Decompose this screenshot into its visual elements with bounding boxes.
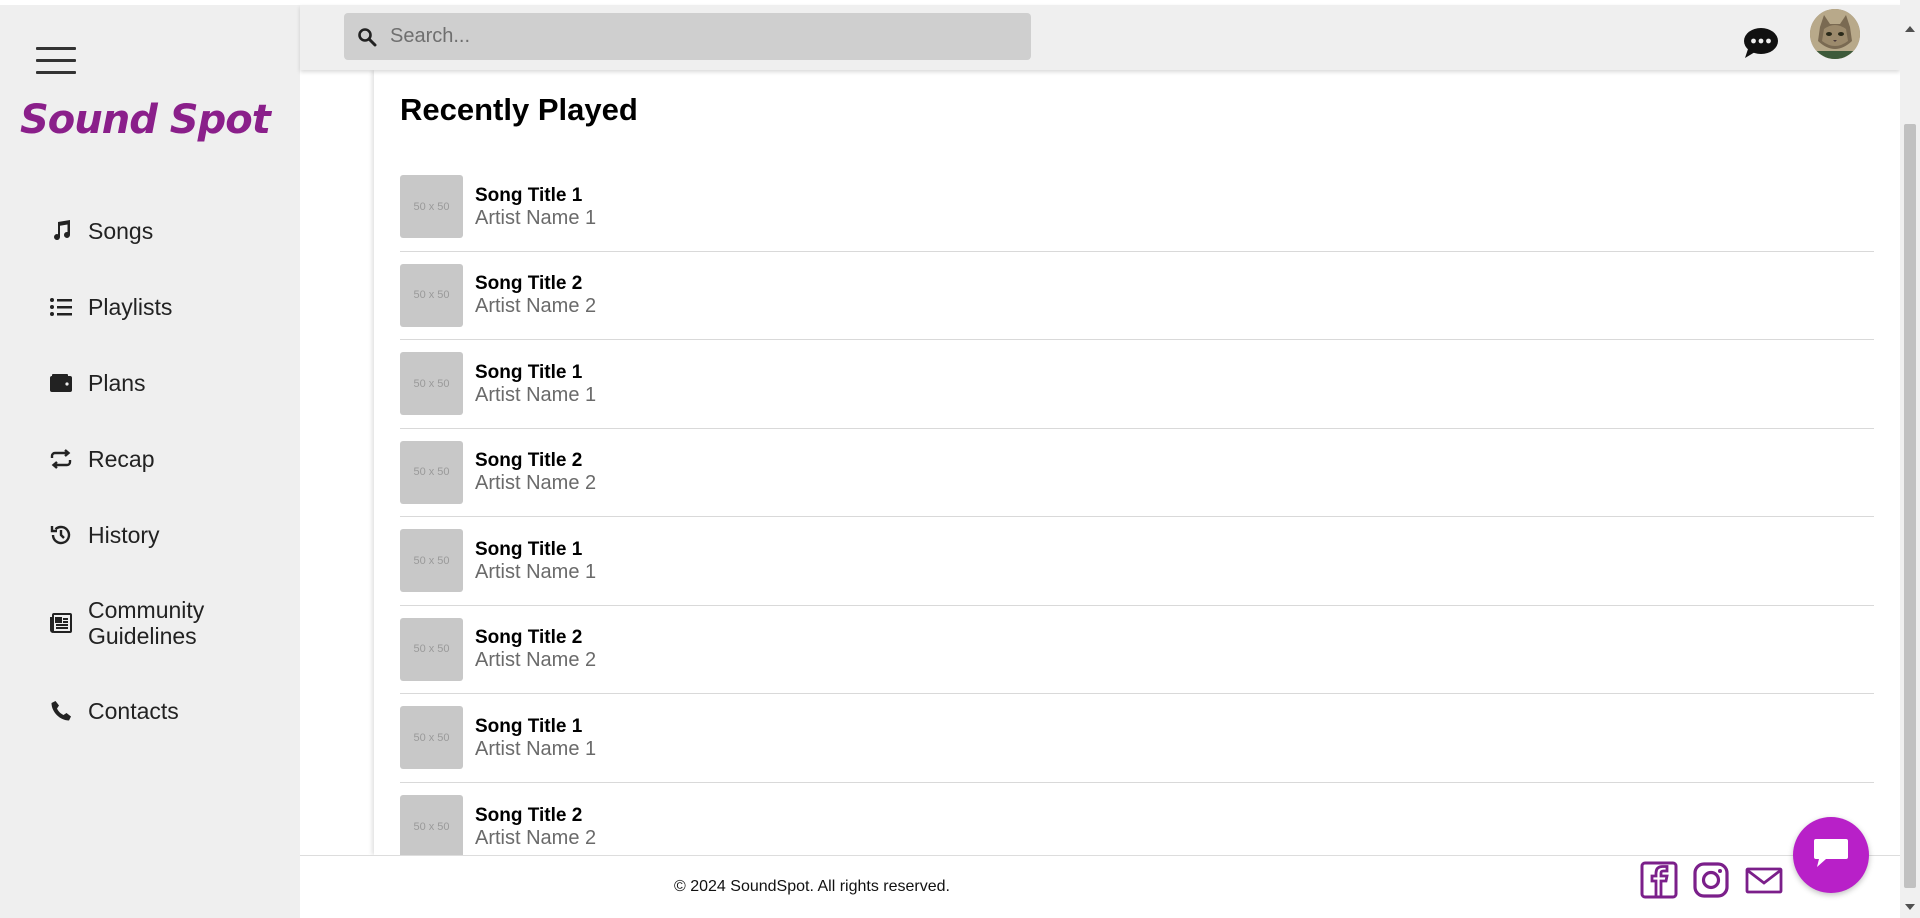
song-meta: Song Title 2 Artist Name 2 [475, 272, 596, 318]
page-title: Recently Played [400, 92, 638, 127]
logo[interactable]: Sound Spot [20, 97, 271, 143]
repeat-icon [48, 446, 74, 472]
sidebar-item-label: Contacts [88, 698, 179, 724]
sidebar-item-history[interactable]: History [0, 497, 300, 573]
sidebar-item-label: Playlists [88, 294, 173, 320]
facebook-icon[interactable] [1640, 861, 1678, 899]
list-item[interactable]: 50 x 50 Song Title 2 Artist Name 2 [400, 252, 1874, 340]
sidebar-item-contacts[interactable]: Contacts [0, 673, 300, 749]
scrollbar-thumb[interactable] [1904, 124, 1916, 888]
scroll-up-arrow-icon[interactable] [1900, 20, 1920, 38]
sidebar-item-label: Plans [88, 370, 146, 396]
recently-played-panel: Recently Played 50 x 50 Song Title 1 Artis… [374, 70, 1900, 859]
song-title: Song Title 2 [475, 627, 583, 649]
list-item[interactable]: 50 x 50 Song Title 1 Artist Name 1 [400, 163, 1874, 252]
song-title: Song Title 2 [475, 804, 583, 826]
album-art-thumbnail: 50 x 50 [400, 529, 463, 593]
song-meta: Song Title 1 Artist Name 1 [475, 184, 596, 230]
top-bar [300, 5, 1900, 70]
mail-icon[interactable] [1744, 861, 1784, 899]
sidebar: Sound Spot Songs Playlists Plans Recap H… [0, 5, 300, 918]
song-meta: Song Title 2 Artist Name 2 [475, 804, 596, 850]
album-art-thumbnail: 50 x 50 [400, 352, 463, 416]
sidebar-item-community-guidelines[interactable]: Community Guidelines [0, 573, 300, 673]
sidebar-item-label: History [88, 522, 160, 548]
song-meta: Song Title 1 Artist Name 1 [475, 538, 596, 584]
song-meta: Song Title 1 Artist Name 1 [475, 715, 596, 761]
song-title: Song Title 2 [475, 450, 583, 472]
footer: © 2024 SoundSpot. All rights reserved. [300, 855, 1900, 918]
copyright-text: © 2024 SoundSpot. All rights reserved. [674, 878, 950, 895]
album-art-thumbnail: 50 x 50 [400, 617, 463, 681]
artist-name: Artist Name 1 [475, 737, 597, 760]
song-meta: Song Title 1 Artist Name 1 [475, 361, 596, 407]
artist-name: Artist Name 2 [475, 826, 597, 849]
album-art-thumbnail: 50 x 50 [400, 706, 463, 770]
sidebar-item-songs[interactable]: Songs [0, 193, 300, 269]
album-art-thumbnail: 50 x 50 [400, 175, 463, 239]
page-scrollbar[interactable] [1900, 0, 1920, 918]
sidebar-item-recap[interactable]: Recap [0, 421, 300, 497]
wallet-icon [48, 370, 74, 396]
newspaper-icon [48, 610, 74, 636]
sidebar-item-label: Recap [88, 446, 155, 472]
artist-name: Artist Name 2 [475, 295, 597, 318]
list-item[interactable]: 50 x 50 Song Title 2 Artist Name 2 [400, 606, 1874, 694]
song-title: Song Title 1 [475, 184, 583, 206]
song-title: Song Title 1 [475, 361, 583, 383]
album-art-thumbnail: 50 x 50 [400, 440, 463, 504]
sidebar-item-plans[interactable]: Plans [0, 345, 300, 421]
sidebar-item-label: Community Guidelines [88, 597, 205, 649]
artist-name: Artist Name 2 [475, 472, 597, 495]
artist-name: Artist Name 1 [475, 560, 597, 583]
chat-bubble-icon[interactable] [1742, 25, 1780, 61]
avatar[interactable] [1810, 9, 1860, 59]
artist-name: Artist Name 1 [475, 206, 597, 229]
song-meta: Song Title 2 Artist Name 2 [475, 449, 596, 495]
sidebar-item-label: Songs [88, 218, 154, 244]
hamburger-menu-icon[interactable] [36, 47, 76, 77]
history-icon [48, 522, 74, 548]
instagram-icon[interactable] [1692, 861, 1730, 899]
message-icon [1812, 836, 1850, 875]
song-title: Song Title 1 [475, 538, 583, 560]
album-art-thumbnail: 50 x 50 [400, 263, 463, 327]
search-icon [344, 27, 384, 47]
list-item[interactable]: 50 x 50 Song Title 2 Artist Name 2 [400, 429, 1874, 517]
scroll-down-arrow-icon[interactable] [1900, 898, 1920, 916]
sidebar-nav: Songs Playlists Plans Recap History Comm… [0, 193, 300, 749]
search-input[interactable] [384, 25, 984, 48]
artist-name: Artist Name 1 [475, 383, 597, 406]
song-title: Song Title 1 [475, 715, 583, 737]
sidebar-item-playlists[interactable]: Playlists [0, 269, 300, 345]
list-icon [48, 294, 74, 320]
music-note-icon [48, 218, 74, 244]
song-list: 50 x 50 Song Title 1 Artist Name 1 50 x 50 S… [400, 163, 1874, 871]
artist-name: Artist Name 2 [475, 649, 597, 672]
album-art-thumbnail: 50 x 50 [400, 795, 463, 859]
list-item[interactable]: 50 x 50 Song Title 1 Artist Name 1 [400, 517, 1874, 606]
chat-fab-button[interactable] [1793, 817, 1869, 893]
search-bar[interactable] [344, 13, 1031, 60]
song-title: Song Title 2 [475, 273, 583, 295]
phone-icon [48, 698, 74, 724]
list-item[interactable]: 50 x 50 Song Title 1 Artist Name 1 [400, 340, 1874, 429]
list-item[interactable]: 50 x 50 Song Title 1 Artist Name 1 [400, 694, 1874, 783]
song-meta: Song Title 2 Artist Name 2 [475, 626, 596, 672]
